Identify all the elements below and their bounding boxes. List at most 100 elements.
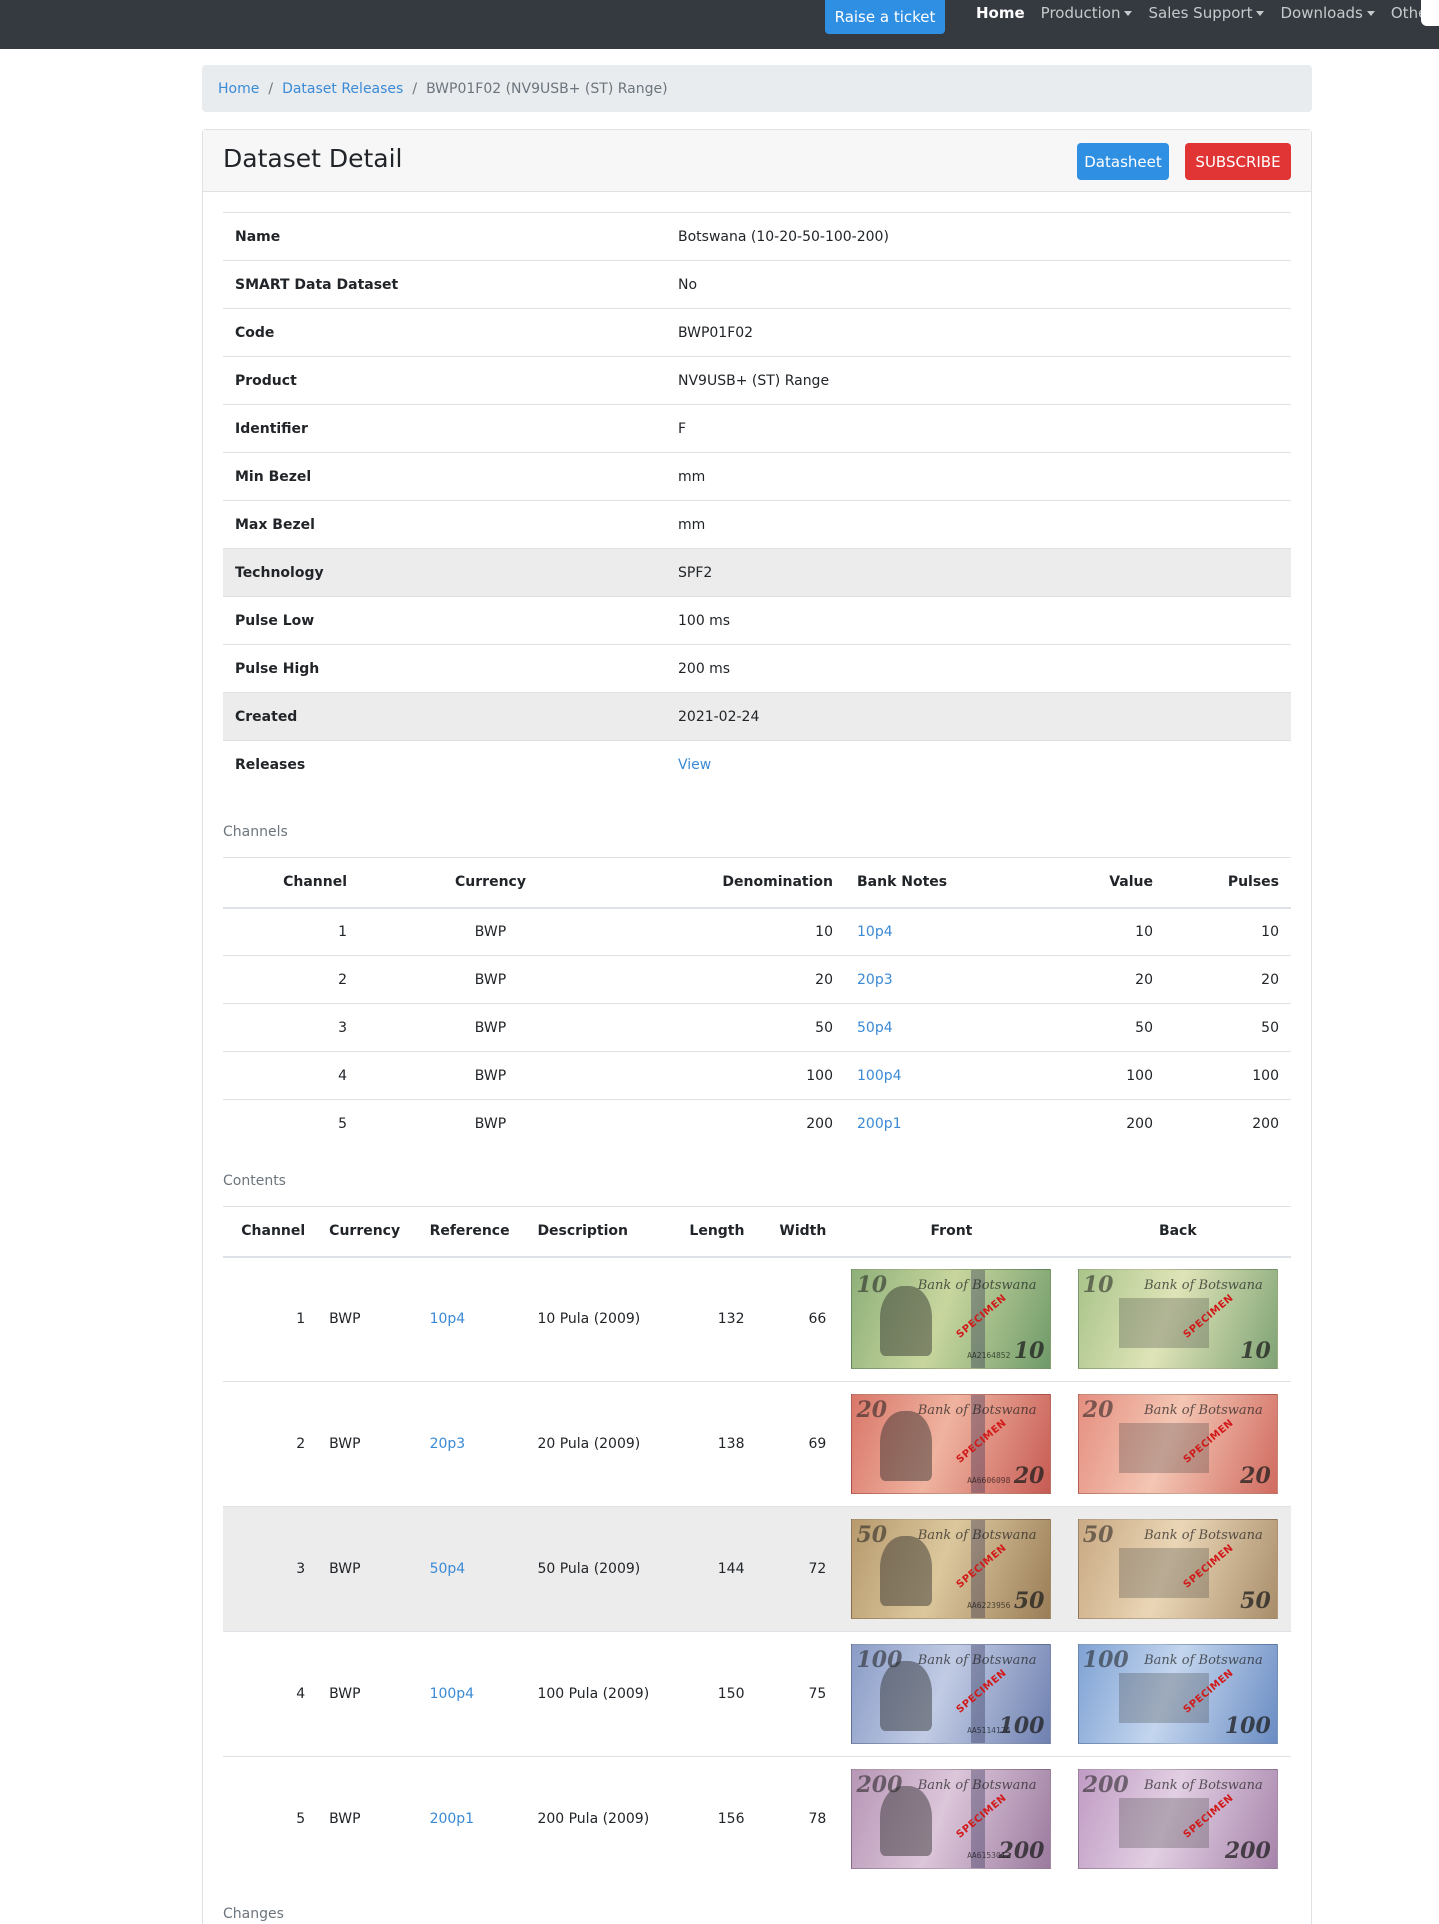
column-header[interactable]: Width	[756, 1206, 839, 1258]
table-cell: BWP	[359, 1099, 622, 1148]
banknote-denomination: 200	[856, 1772, 903, 1799]
caret-down-icon	[1124, 10, 1133, 16]
banknote-front-image[interactable]: AA5114174 100 Bank of Botswana SPECIMEN 100	[851, 1644, 1052, 1744]
front-cell: AA6153012 200 Bank of Botswana SPECIMEN 200	[838, 1756, 1065, 1882]
banknote-front-image[interactable]: AA6606098 20 Bank of Botswana SPECIMEN 20	[851, 1394, 1052, 1494]
column-header[interactable]: Currency	[317, 1206, 418, 1258]
reference-link[interactable]: 20p3	[417, 1381, 526, 1507]
table-cell: 1	[223, 907, 359, 956]
datasheet-button[interactable]: Datasheet	[1077, 143, 1169, 180]
table-cell: 100	[622, 1051, 845, 1100]
table-cell: BWP	[317, 1631, 418, 1757]
releases-view-link[interactable]: View	[666, 740, 1291, 789]
table-cell: 100	[1000, 1051, 1165, 1100]
reference-link[interactable]: 10p4	[417, 1256, 526, 1382]
banknote-denomination: 200	[998, 1838, 1045, 1865]
detail-table: Name Botswana (10-20-50-100-200) SMART Dat…	[223, 212, 1291, 789]
channels-table: Channel Currency Denomination Bank Notes Val…	[223, 857, 1291, 1148]
banknote-denomination: 100	[1082, 1647, 1129, 1673]
column-header[interactable]: Bank Notes	[845, 857, 1000, 909]
nav-item-label: Home	[976, 4, 1025, 22]
banknote-denomination: 10	[856, 1272, 888, 1299]
banknote-serial: AA2164852	[967, 1351, 1011, 1361]
banknote-denomination: 100	[856, 1647, 903, 1673]
nav-item-home[interactable]: Home	[976, 4, 1025, 22]
banknote-bank-name: Bank of Botswana	[1144, 1278, 1263, 1294]
front-cell: AA5114174 100 Bank of Botswana SPECIMEN 100	[838, 1631, 1065, 1757]
nav-item-downloads[interactable]: Downloads	[1280, 4, 1375, 22]
user-menu-edge[interactable]	[1421, 0, 1439, 26]
detail-key: Created	[223, 692, 666, 741]
reference-link[interactable]: 50p4	[417, 1506, 526, 1632]
nav-item-label: Production	[1040, 4, 1121, 22]
column-header[interactable]: Pulses	[1165, 857, 1291, 909]
table-cell: 69	[756, 1381, 839, 1507]
column-header[interactable]: Channel	[223, 857, 359, 909]
table-cell: 50	[1000, 1003, 1165, 1052]
column-header[interactable]: Back	[1064, 1206, 1291, 1258]
table-cell: 20	[622, 955, 845, 1004]
table-cell: 4	[223, 1051, 359, 1100]
banknote-serial: AA6223956	[967, 1601, 1011, 1610]
nav-item-sales-support[interactable]: Sales Support	[1148, 4, 1265, 22]
banknote-front-image[interactable]: AA2164852 10 Bank of Botswana SPECIMEN 10	[851, 1269, 1052, 1370]
banknote-back-image[interactable]: 10 Bank of Botswana SPECIMEN 10	[1077, 1269, 1278, 1370]
nav-item-label: Downloads	[1280, 4, 1363, 22]
banknote-denomination: 20	[856, 1397, 888, 1423]
banknote-back-image[interactable]: 100 Bank of Botswana SPECIMEN 100	[1077, 1644, 1278, 1744]
detail-row: Created 2021-02-24	[223, 692, 1291, 741]
detail-key: Technology	[223, 548, 666, 597]
table-row: 5 BWP 200p1 200 Pula (2009) 156 78 AA6153012 20…	[223, 1756, 1291, 1882]
table-cell: 20 Pula (2009)	[525, 1381, 673, 1507]
column-header[interactable]: Description	[525, 1206, 673, 1258]
detail-row: Pulse High 200 ms	[223, 644, 1291, 693]
column-header[interactable]: Value	[1000, 857, 1165, 909]
nav-item-production[interactable]: Production	[1041, 4, 1133, 22]
table-row: 4 BWP 100 100p4 100 100	[223, 1051, 1291, 1100]
banknote-front-image[interactable]: AA6223956 50 Bank of Botswana SPECIMEN 50	[851, 1519, 1052, 1619]
table-cell: 156	[672, 1756, 757, 1882]
banknote-back-image[interactable]: 200 Bank of Botswana SPECIMEN 200	[1077, 1769, 1278, 1870]
column-header[interactable]: Length	[672, 1206, 757, 1258]
column-header[interactable]: Channel	[223, 1206, 318, 1258]
banknote-back-image[interactable]: 50 Bank of Botswana SPECIMEN 50	[1077, 1519, 1278, 1619]
bank-note-link[interactable]: 50p4	[845, 1003, 1000, 1052]
table-row: 3 BWP 50p4 50 Pula (2009) 144 72 AA6223956 50 Ba…	[223, 1506, 1291, 1632]
bank-note-link[interactable]: 100p4	[845, 1051, 1000, 1100]
table-row: 3 BWP 50 50p4 50 50	[223, 1003, 1291, 1052]
breadcrumb-home[interactable]: Home	[218, 81, 259, 97]
detail-row: Max Bezel mm	[223, 500, 1291, 549]
reference-link[interactable]: 100p4	[417, 1631, 526, 1757]
raise-ticket-button[interactable]: Raise a ticket	[825, 0, 945, 34]
column-header[interactable]: Reference	[417, 1206, 526, 1258]
detail-value: 200 ms	[666, 644, 1291, 693]
banknote-denomination: 20	[1013, 1463, 1045, 1489]
table-cell: 50	[1165, 1003, 1291, 1052]
table-cell: 150	[672, 1631, 757, 1757]
table-cell: 5	[223, 1756, 318, 1882]
table-cell: BWP	[317, 1256, 418, 1382]
table-cell: 3	[223, 1003, 359, 1052]
reference-link[interactable]: 200p1	[417, 1756, 526, 1882]
subscribe-button[interactable]: SUBSCRIBE	[1185, 143, 1291, 180]
table-cell: BWP	[359, 1003, 622, 1052]
table-cell: 78	[756, 1756, 839, 1882]
portrait-icon	[880, 1286, 933, 1357]
nav-item-label: Sales Support	[1148, 4, 1253, 22]
column-header[interactable]: Currency	[359, 857, 622, 909]
table-cell: 10 Pula (2009)	[525, 1256, 673, 1382]
detail-value: No	[666, 260, 1291, 309]
bank-note-link[interactable]: 20p3	[845, 955, 1000, 1004]
banknote-back-image[interactable]: 20 Bank of Botswana SPECIMEN 20	[1077, 1394, 1278, 1494]
banknote-denomination: 100	[998, 1713, 1045, 1739]
bank-note-link[interactable]: 200p1	[845, 1099, 1000, 1148]
table-cell: 2	[223, 1381, 318, 1507]
table-row: 5 BWP 200 200p1 200 200	[223, 1099, 1291, 1148]
column-header[interactable]: Denomination	[622, 857, 845, 909]
breadcrumb-dataset-releases[interactable]: Dataset Releases	[282, 81, 403, 97]
banknote-front-image[interactable]: AA6153012 200 Bank of Botswana SPECIMEN 200	[851, 1769, 1052, 1870]
contents-label: Contents	[223, 1173, 286, 1189]
column-header[interactable]: Front	[838, 1206, 1065, 1258]
card-header: Dataset Detail Datasheet SUBSCRIBE	[203, 130, 1311, 192]
bank-note-link[interactable]: 10p4	[845, 907, 1000, 956]
